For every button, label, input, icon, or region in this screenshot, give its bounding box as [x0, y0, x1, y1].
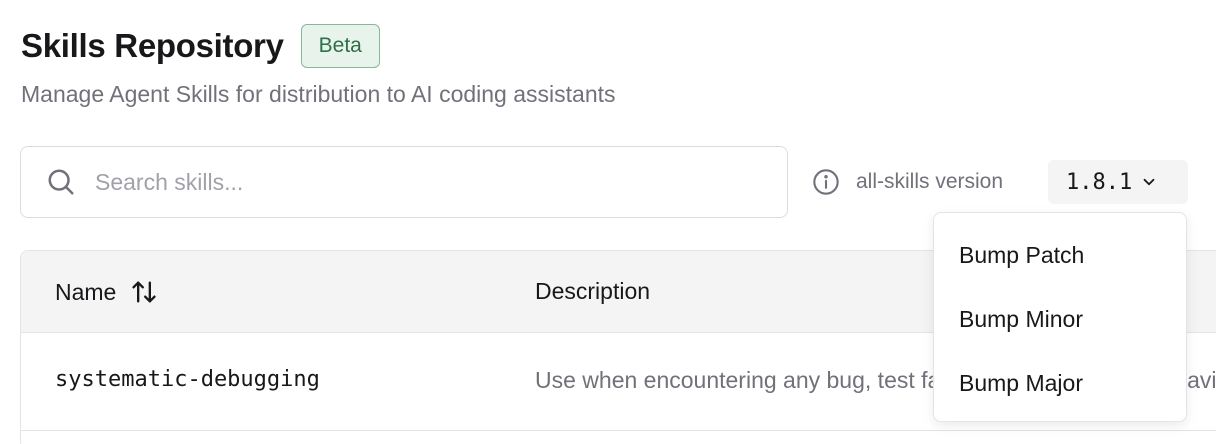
- menu-item-bump-patch[interactable]: Bump Patch: [934, 223, 1186, 287]
- search-box[interactable]: [20, 146, 788, 218]
- info-icon[interactable]: [812, 168, 840, 196]
- beta-badge: Beta: [300, 24, 380, 68]
- skill-name-cell[interactable]: systematic-debugging: [55, 367, 320, 392]
- search-input[interactable]: [95, 168, 735, 196]
- version-dropdown-button[interactable]: 1.8.1: [1048, 160, 1188, 204]
- menu-item-bump-major[interactable]: Bump Major: [934, 351, 1186, 415]
- chevron-down-icon: [1143, 178, 1155, 186]
- sort-icon[interactable]: [130, 278, 158, 306]
- menu-item-bump-minor[interactable]: Bump Minor: [934, 287, 1186, 351]
- version-label: all-skills version: [856, 170, 1004, 193]
- column-header-description: Description: [535, 278, 651, 304]
- column-header-name[interactable]: Name: [55, 278, 158, 306]
- version-dropdown-menu: Bump Patch Bump Minor Bump Major: [933, 212, 1187, 422]
- page-title: Skills Repository: [21, 27, 284, 64]
- version-value: 1.8.1: [1066, 169, 1133, 195]
- skills-page: Skills Repository Beta Manage Agent Skil…: [0, 0, 1216, 444]
- search-icon: [48, 169, 74, 195]
- page-subtitle: Manage Agent Skills for distribution to …: [21, 81, 616, 107]
- title-row: Skills Repository Beta: [21, 24, 380, 68]
- column-header-name-label: Name: [55, 278, 117, 305]
